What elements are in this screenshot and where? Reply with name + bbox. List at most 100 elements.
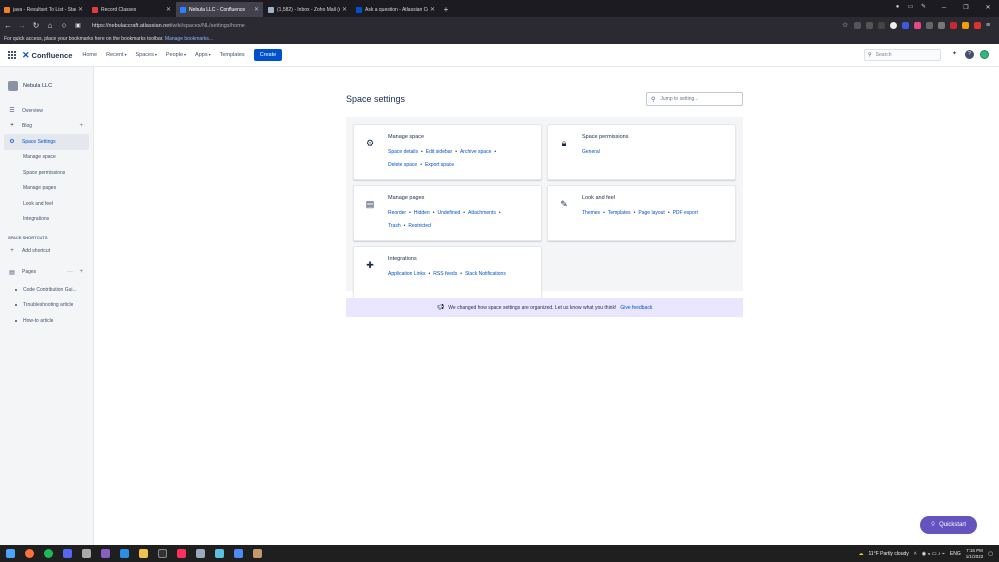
search-input[interactable]: ⚲ Search: [864, 49, 941, 61]
sidebar-item-space-permissions[interactable]: Space permissions: [0, 165, 93, 181]
intellij-icon[interactable]: [177, 549, 186, 558]
home-icon[interactable]: ⌂: [44, 21, 56, 30]
store-icon[interactable]: [234, 549, 243, 558]
nav-people[interactable]: People▾: [166, 52, 186, 58]
settings-link[interactable]: Attachments: [468, 210, 496, 216]
nav-apps[interactable]: Apps▾: [195, 52, 211, 58]
space-header[interactable]: Nebula LLC: [0, 67, 93, 95]
pocket-icon[interactable]: [854, 22, 861, 29]
extension-red-icon[interactable]: [974, 22, 981, 29]
nav-recent[interactable]: Recent▾: [106, 52, 126, 58]
abp-icon[interactable]: [950, 22, 957, 29]
close-tab-icon[interactable]: ✕: [166, 6, 171, 13]
sidebar-item-manage-space[interactable]: Manage space: [0, 150, 93, 166]
sidebar-item-pages[interactable]: ▤ Pages ··· +: [0, 265, 93, 281]
settings-link[interactable]: Application Links: [388, 271, 426, 277]
weather-text[interactable]: 11°F Partly cloudy: [869, 551, 909, 557]
account-icon[interactable]: [890, 22, 897, 29]
browser-tab[interactable]: Record Classes ✕: [88, 2, 175, 17]
back-icon[interactable]: ←: [2, 21, 14, 30]
settings-link[interactable]: Undefined: [437, 210, 460, 216]
page-tree-item[interactable]: Troubleshooting article: [0, 298, 93, 314]
url-bar[interactable]: https://nebulaccraft.atlassian.net/wiki/…: [92, 23, 842, 29]
browser-tab[interactable]: java - Resultset To List - Stack O...✕: [0, 2, 87, 17]
manage-bookmarks-link[interactable]: Manage bookmarks...: [165, 36, 213, 42]
app-switcher-icon[interactable]: [8, 51, 16, 59]
add-blog-icon[interactable]: +: [79, 123, 83, 129]
clock[interactable]: 7:16 PM 1/1/2022: [966, 548, 984, 560]
settings-link[interactable]: Slack Notifications: [465, 271, 506, 277]
unity-icon[interactable]: [82, 549, 91, 558]
nav-spaces[interactable]: Spaces▾: [136, 52, 157, 58]
minimize-button[interactable]: ─: [933, 0, 955, 17]
settings-link[interactable]: Themes: [582, 210, 600, 216]
new-tab-button[interactable]: +: [440, 2, 452, 17]
notifications-icon[interactable]: ✦: [950, 50, 959, 59]
nav-home[interactable]: Home: [82, 52, 97, 58]
firefox-icon[interactable]: [25, 549, 34, 558]
settings-link[interactable]: Templates: [608, 210, 631, 216]
extension-yellow-icon[interactable]: [962, 22, 969, 29]
tray-icons[interactable]: ◉ ◒ ▭ ♪ ⌁: [922, 551, 945, 557]
settings-link[interactable]: PDF export: [673, 210, 698, 216]
browser-tab[interactable]: Ask a question - Atlassian Com...✕: [352, 2, 439, 17]
settings-link[interactable]: General: [582, 149, 600, 155]
forward-icon[interactable]: →: [16, 21, 28, 30]
sidebar-icon[interactable]: ▭: [907, 4, 914, 11]
settings-link[interactable]: Page layout: [638, 210, 664, 216]
tray-chevron-icon[interactable]: ˄: [914, 551, 917, 557]
menu-icon[interactable]: ≡: [986, 22, 993, 29]
spotify-icon[interactable]: [44, 549, 53, 558]
sidebar-item-manage-pages[interactable]: Manage pages: [0, 181, 93, 197]
close-window-button[interactable]: ✕: [977, 0, 999, 17]
notification-center-icon[interactable]: ▢: [988, 551, 993, 557]
reload-icon[interactable]: ↻: [30, 21, 42, 30]
settings-link[interactable]: Delete space: [388, 162, 417, 168]
close-tab-icon[interactable]: ✕: [78, 6, 83, 13]
settings-link[interactable]: Export space: [425, 162, 454, 168]
confluence-logo[interactable]: ✕ Confluence: [22, 50, 72, 61]
mask-icon[interactable]: ●: [894, 4, 901, 11]
settings-link[interactable]: Archive space: [460, 149, 491, 155]
restore-button[interactable]: ❐: [955, 0, 977, 17]
sidebar-item-space-settings[interactable]: ⚙ Space Settings: [4, 134, 89, 150]
windows-start-icon[interactable]: [6, 549, 15, 558]
help-icon[interactable]: ?: [965, 50, 974, 59]
grid-ext-icon[interactable]: [938, 22, 945, 29]
sidebar-item-overview[interactable]: ☰ Overview: [0, 103, 93, 119]
nav-templates[interactable]: Templates: [220, 52, 245, 58]
close-tab-icon[interactable]: ✕: [254, 6, 259, 13]
settings-link[interactable]: Edit sidebar: [426, 149, 452, 155]
sidebar-item-look-and-feel[interactable]: Look and feel: [0, 196, 93, 212]
add-shortcut-button[interactable]: + Add shortcut: [0, 243, 93, 259]
sidebar-item-blog[interactable]: ❞ Blog +: [0, 119, 93, 135]
page-tree-item[interactable]: How-to article: [0, 313, 93, 329]
folder-icon[interactable]: [139, 549, 148, 558]
close-tab-icon[interactable]: ✕: [430, 6, 435, 13]
bookmark-star-icon[interactable]: ☆: [842, 22, 849, 29]
linkedin-icon[interactable]: [878, 22, 885, 29]
tools-icon[interactable]: ✎: [920, 4, 927, 11]
extension-pink-icon[interactable]: [914, 22, 921, 29]
settings-link[interactable]: Reorder: [388, 210, 406, 216]
extension-blue-icon[interactable]: [902, 22, 909, 29]
close-tab-icon[interactable]: ✕: [342, 6, 347, 13]
browser-tab[interactable]: Nebula LLC - Confluence ✕: [176, 2, 263, 17]
add-page-icon[interactable]: +: [79, 269, 83, 275]
language-indicator[interactable]: ENG: [950, 551, 961, 557]
settings-link[interactable]: Hidden: [414, 210, 430, 216]
bottle-icon[interactable]: [196, 549, 205, 558]
vscode-icon[interactable]: [120, 549, 129, 558]
settings-link[interactable]: Trash: [388, 223, 401, 229]
vs-icon[interactable]: [101, 549, 110, 558]
settings-app-icon[interactable]: [215, 549, 224, 558]
settings-link[interactable]: Restricted: [408, 223, 431, 229]
terminal-icon[interactable]: [158, 549, 167, 558]
browser-tab[interactable]: (1,582) - Inbox - Zoho Mail (ma...✕: [264, 2, 351, 17]
sidebar-item-integrations[interactable]: Integrations: [0, 212, 93, 228]
discord-icon[interactable]: [63, 549, 72, 558]
give-feedback-link[interactable]: Give feedback: [620, 305, 652, 311]
jump-to-setting-input[interactable]: ⚲ Jump to setting...: [646, 92, 743, 106]
page-tree-item[interactable]: Code Contribution Gui...: [0, 282, 93, 298]
settings-link[interactable]: Space details: [388, 149, 418, 155]
